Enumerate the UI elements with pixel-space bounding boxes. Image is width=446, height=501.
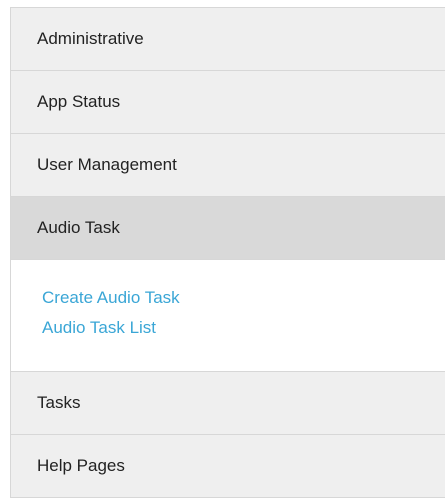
menu-item-audio-task[interactable]: Audio Task <box>11 197 445 260</box>
create-audio-task-link[interactable]: Create Audio Task <box>42 283 445 313</box>
menu-item-label: App Status <box>37 92 121 111</box>
menu-item-user-management[interactable]: User Management <box>11 134 445 197</box>
menu-item-app-status[interactable]: App Status <box>11 71 445 134</box>
menu-item-label: Tasks <box>37 393 81 412</box>
sidebar-menu: Administrative App Status User Managemen… <box>10 7 445 498</box>
menu-item-help-pages[interactable]: Help Pages <box>11 435 445 498</box>
menu-item-administrative[interactable]: Administrative <box>11 8 445 71</box>
menu-item-label: Help Pages <box>37 456 125 475</box>
menu-item-label: User Management <box>37 155 177 174</box>
menu-item-tasks[interactable]: Tasks <box>11 372 445 435</box>
audio-task-list-link[interactable]: Audio Task List <box>42 313 445 343</box>
audio-task-submenu: Create Audio Task Audio Task List <box>11 260 445 372</box>
menu-item-label: Administrative <box>37 29 144 48</box>
menu-item-label: Audio Task <box>37 218 120 237</box>
